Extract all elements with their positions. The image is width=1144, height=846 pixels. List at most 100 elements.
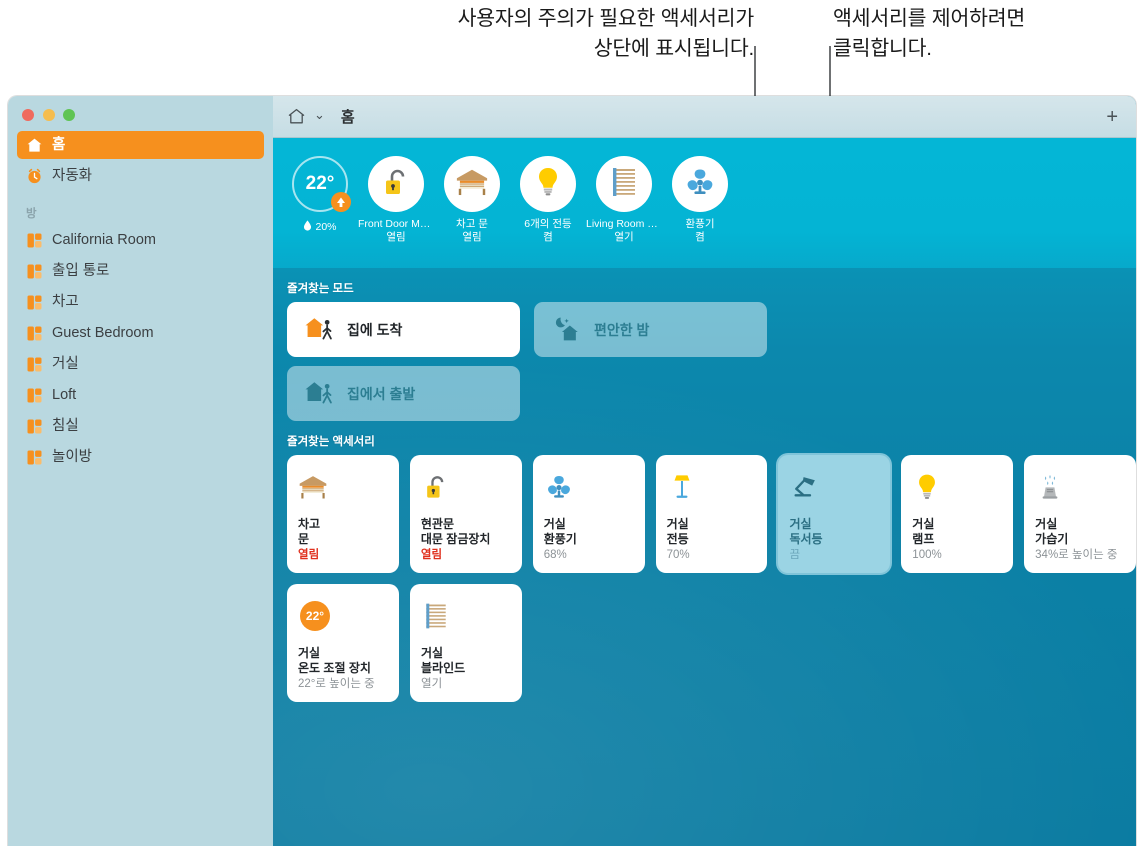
page-title: 홈	[341, 106, 355, 127]
status-state: 열기	[586, 231, 662, 244]
accessory-name-line1: 차고	[298, 517, 320, 531]
accessory-name-line2: 독서등	[789, 532, 822, 546]
status-label: Living Room Bl...	[586, 218, 662, 231]
status-state: 열림	[434, 231, 510, 244]
sidebar-item-label: California Room	[52, 233, 156, 248]
thermostat-icon: 22°	[298, 596, 389, 636]
sidebar-item-room[interactable]: 놀이방	[17, 443, 264, 471]
home-icon[interactable]	[287, 107, 306, 126]
callout-text-left: 사용자의 주의가 필요한 액세서리가 상단에 표시됩니다.	[372, 4, 754, 64]
accessory-name-line2: 대문 잠금장치	[421, 532, 491, 546]
accessory-tile[interactable]: 현관문대문 잠금장치열림	[410, 455, 522, 573]
scene-button[interactable]: 집에 도착	[287, 302, 520, 357]
garage-door-icon	[455, 165, 489, 204]
humidity-value: 20%	[315, 221, 336, 234]
sidebar-item-room[interactable]: 출입 통로	[17, 257, 264, 285]
accessory-name-line2: 온도 조절 장치	[298, 661, 371, 675]
accessory-tile[interactable]: 거실가습기34%로 높이는 중	[1024, 455, 1136, 573]
room-icon	[26, 263, 43, 280]
sidebar-item-room[interactable]: 거실	[17, 350, 264, 378]
sidebar-item-label-automation: 자동화	[52, 169, 92, 184]
accessory-name: 거실램프	[912, 517, 1003, 547]
minimize-button[interactable]	[43, 109, 55, 121]
accessory-name: 거실전등	[667, 517, 758, 547]
accessory-tile[interactable]: 거실블라인드열기	[410, 584, 522, 702]
status-item[interactable]: Living Room Bl...열기	[586, 156, 662, 244]
accessory-tile[interactable]: 거실전등70%	[656, 455, 768, 573]
status-item[interactable]: Front Door Mai...열림	[358, 156, 434, 244]
status-item[interactable]: 환풍기켬	[662, 156, 738, 244]
status-item[interactable]: 6개의 전등켬	[510, 156, 586, 244]
sidebar-item-home[interactable]: 홈	[17, 131, 264, 159]
accessory-state: 34%로 높이는 중	[1035, 548, 1126, 563]
house-arrive-icon	[304, 316, 336, 343]
accessory-tile[interactable]: 거실환풍기68%	[533, 455, 645, 573]
sidebar-item-room[interactable]: 침실	[17, 412, 264, 440]
status-item-climate[interactable]: 22° 20%	[282, 156, 358, 236]
toolbar: ⌄ 홈 +	[273, 96, 1136, 138]
sidebar-item-automation[interactable]: 자동화	[17, 162, 264, 190]
thermostat-badge-value: 22°	[298, 599, 332, 633]
room-icon	[26, 356, 43, 373]
floor-lamp-icon	[667, 467, 758, 507]
desk-lamp-icon	[789, 467, 880, 507]
accessory-name-line1: 거실	[789, 517, 811, 531]
unlocked-padlock-icon	[421, 467, 512, 507]
accessory-name-line2: 블라인드	[421, 661, 465, 675]
accessory-name: 거실온도 조절 장치	[298, 646, 389, 676]
chevron-down-icon[interactable]: ⌄	[314, 108, 325, 121]
scenes-section-title: 즐겨찾는 모드	[287, 280, 1136, 296]
accessory-state: 열림	[298, 548, 389, 563]
sidebar-item-room[interactable]: Guest Bedroom	[17, 319, 264, 347]
accessory-name-line2: 전등	[667, 532, 689, 546]
accessory-name-line1: 거실	[421, 646, 443, 660]
sidebar: 홈 자동화 방 California Room출입 통로차고Guest Bedr…	[8, 96, 273, 846]
main-area: ⌄ 홈 + 22°	[273, 96, 1136, 846]
accessory-name-line2: 램프	[912, 532, 934, 546]
accessory-tile[interactable]: 차고문열림	[287, 455, 399, 573]
scene-button[interactable]: 편안한 밤	[534, 302, 767, 357]
status-icon-circle	[672, 156, 728, 212]
automation-clock-icon	[26, 168, 43, 185]
scene-button[interactable]: 집에서 출발	[287, 366, 520, 421]
sidebar-item-room[interactable]: 차고	[17, 288, 264, 316]
status-item-list: Front Door Mai...열림차고 문열림6개의 전등켬Living R…	[358, 156, 738, 244]
accessory-name-line1: 거실	[1035, 517, 1057, 531]
content-scroll: 22° 20% Front Door Mai...열림차고 문열	[273, 138, 1136, 846]
callout-text-right: 액세서리를 제어하려면 클릭합니다.	[833, 4, 1133, 64]
status-label: 차고 문	[434, 218, 510, 231]
app-window: 홈 자동화 방 California Room출입 통로차고Guest Bedr…	[8, 96, 1136, 846]
house-leave-icon	[304, 380, 336, 407]
accessory-tile[interactable]: 거실독서등끔	[778, 455, 890, 573]
moon-house-icon	[551, 316, 583, 343]
accessories-section-title: 즐겨찾는 액세서리	[287, 433, 1136, 449]
fan-icon	[683, 165, 717, 204]
sidebar-item-label: 거실	[52, 357, 79, 372]
accessory-area: 차고문열림현관문대문 잠금장치열림거실환풍기68%거실전등70%거실독서등끔거실…	[273, 455, 1136, 702]
accessory-name: 거실가습기	[1035, 517, 1126, 547]
zoom-button[interactable]	[63, 109, 75, 121]
room-icon	[26, 325, 43, 342]
blinds-icon	[421, 596, 512, 636]
status-strip: 22° 20% Front Door Mai...열림차고 문열	[273, 138, 1136, 268]
status-icon-circle	[596, 156, 652, 212]
droplet-icon	[303, 218, 312, 236]
blinds-icon	[607, 165, 641, 204]
sidebar-item-label: 침실	[52, 419, 79, 434]
room-icon	[26, 449, 43, 466]
accessory-tile[interactable]: 거실램프100%	[901, 455, 1013, 573]
sidebar-item-room[interactable]: California Room	[17, 226, 264, 254]
sidebar-item-room[interactable]: Loft	[17, 381, 264, 409]
status-item[interactable]: 차고 문열림	[434, 156, 510, 244]
home-icon	[26, 137, 43, 154]
close-button[interactable]	[22, 109, 34, 121]
scene-area: 집에 도착 편안한 밤집에서 출발	[273, 302, 1136, 421]
fan-icon	[544, 467, 635, 507]
room-icon	[26, 418, 43, 435]
accessory-name-line1: 거실	[298, 646, 320, 660]
add-accessory-button[interactable]: +	[1106, 107, 1118, 127]
lightbulb-icon	[912, 467, 1003, 507]
accessory-tile[interactable]: 22°거실온도 조절 장치22°로 높이는 중	[287, 584, 399, 702]
accessory-row: 차고문열림현관문대문 잠금장치열림거실환풍기68%거실전등70%거실독서등끔거실…	[287, 455, 1136, 573]
window-traffic-lights[interactable]	[17, 96, 264, 131]
